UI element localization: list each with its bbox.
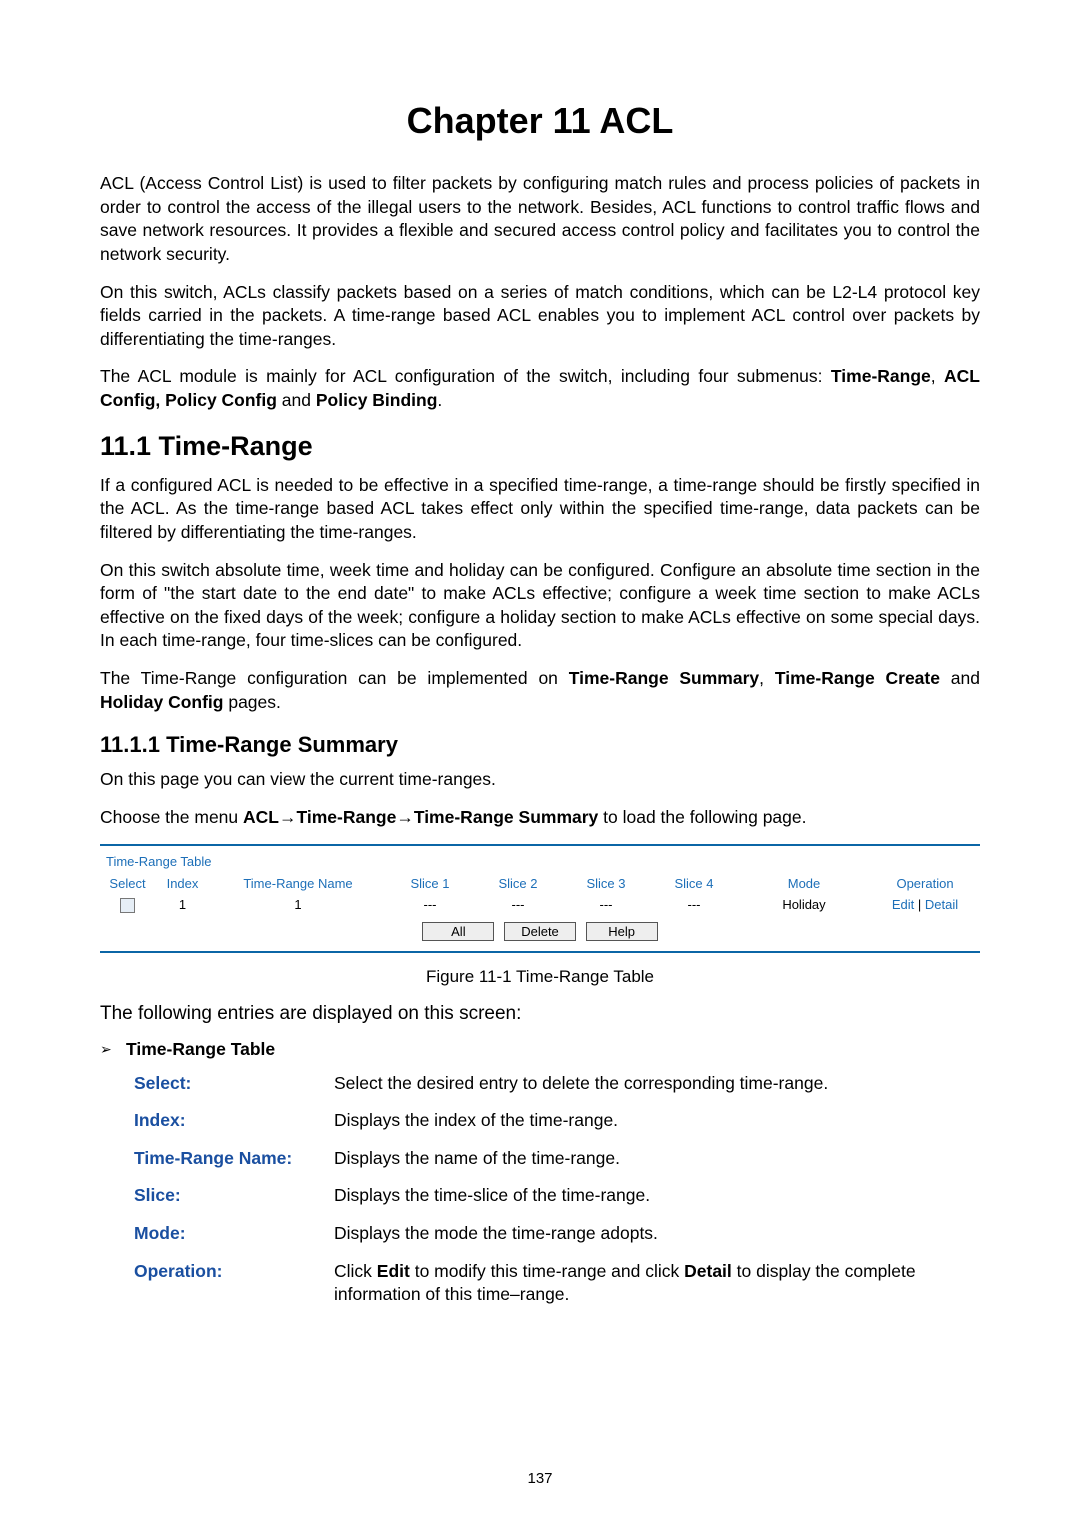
table-header-row: Select Index Time-Range Name Slice 1 Sli… [100,873,980,894]
bullet-marker-icon: ➢ [100,1039,126,1058]
tr-para-3-e: and [940,668,980,688]
def-mode: Mode: Displays the mode the time-range a… [134,1222,980,1246]
table-buttons: All Delete Help [100,922,980,941]
tr-para-3-b: Time-Range Summary [569,668,759,688]
subsection-11-1-1-heading: 11.1.1 Time-Range Summary [100,732,980,758]
row-detail-link[interactable]: Detail [925,897,958,912]
section-11-1-heading: 11.1 Time-Range [100,431,980,462]
time-range-table: Select Index Time-Range Name Slice 1 Sli… [100,873,980,916]
intro-para-3-f: Policy Binding [316,390,438,410]
tr-para-3-g: pages. [223,692,280,712]
def-mode-desc: Displays the mode the time-range adopts. [334,1222,980,1246]
intro-para-3: The ACL module is mainly for ACL configu… [100,365,980,412]
col-index: Index [155,873,210,894]
summary-para-2-c: to load the following page. [598,807,806,827]
row-slice2: --- [474,894,562,916]
figure-caption: Figure 11-1 Time-Range Table [100,967,980,987]
def-operation: Operation: Click Edit to modify this tim… [134,1260,980,1307]
def-op-c: to modify this time-range and click [410,1261,684,1281]
all-button[interactable]: All [422,922,494,941]
tr-para-1: If a configured ACL is needed to be effe… [100,474,980,545]
summary-para-2-b: ACL→Time-Range→Time-Range Summary [243,807,598,827]
intro-para-3-a: The ACL module is mainly for ACL configu… [100,366,831,386]
def-index: Index: Displays the index of the time-ra… [134,1109,980,1133]
intro-para-3-e: and [277,390,316,410]
tr-para-3-a: The Time-Range configuration can be impl… [100,668,569,688]
def-slice-desc: Displays the time-slice of the time-rang… [334,1184,980,1208]
help-button[interactable]: Help [586,922,658,941]
row-select-checkbox[interactable] [120,898,135,913]
col-name: Time-Range Name [210,873,386,894]
chapter-title: Chapter 11 ACL [100,100,980,142]
intro-para-2: On this switch, ACLs classify packets ba… [100,281,980,352]
def-operation-term: Operation: [134,1260,334,1307]
time-range-table-title: Time-Range Table [100,850,980,873]
def-slice: Slice: Displays the time-slice of the ti… [134,1184,980,1208]
col-operation: Operation [870,873,980,894]
row-mode: Holiday [738,894,870,916]
col-mode: Mode [738,873,870,894]
time-range-table-panel: Time-Range Table Select Index Time-Range… [100,844,980,953]
def-index-desc: Displays the index of the time-range. [334,1109,980,1133]
row-op-sep: | [914,897,925,912]
bullet-label: Time-Range Table [126,1039,275,1060]
page-number: 137 [0,1470,1080,1487]
summary-para-2-a: Choose the menu [100,807,243,827]
intro-para-1: ACL (Access Control List) is used to fil… [100,172,980,267]
row-slice4: --- [650,894,738,916]
def-op-a: Click [334,1261,377,1281]
def-mode-term: Mode: [134,1222,334,1246]
col-slice1: Slice 1 [386,873,474,894]
row-edit-link[interactable]: Edit [892,897,914,912]
entries-bullet: ➢ Time-Range Table [100,1039,980,1060]
tr-para-2: On this switch absolute time, week time … [100,559,980,654]
delete-button[interactable]: Delete [504,922,576,941]
def-index-term: Index: [134,1109,334,1133]
def-trname-desc: Displays the name of the time-range. [334,1147,980,1171]
col-slice3: Slice 3 [562,873,650,894]
tr-para-3-c: , [759,668,775,688]
intro-para-3-g: . [437,390,442,410]
entries-intro: The following entries are displayed on t… [100,1003,980,1025]
col-select: Select [100,873,155,894]
definitions-list: Select: Select the desired entry to dele… [134,1072,980,1307]
row-name: 1 [210,894,386,916]
col-slice2: Slice 2 [474,873,562,894]
summary-para-2: Choose the menu ACL→Time-Range→Time-Rang… [100,806,980,830]
def-select-desc: Select the desired entry to delete the c… [334,1072,980,1096]
intro-para-3-b: Time-Range [831,366,931,386]
summary-para-1: On this page you can view the current ti… [100,768,980,792]
table-row: 1 1 --- --- --- --- Holiday Edit | Detai… [100,894,980,916]
def-slice-term: Slice: [134,1184,334,1208]
def-operation-desc: Click Edit to modify this time-range and… [334,1260,980,1307]
row-slice1: --- [386,894,474,916]
def-select: Select: Select the desired entry to dele… [134,1072,980,1096]
tr-para-3-d: Time-Range Create [775,668,940,688]
def-op-b: Edit [377,1261,410,1281]
row-index: 1 [155,894,210,916]
def-op-d: Detail [684,1261,732,1281]
row-slice3: --- [562,894,650,916]
intro-para-3-c: , [931,366,944,386]
def-trname: Time-Range Name: Displays the name of th… [134,1147,980,1171]
tr-para-3: The Time-Range configuration can be impl… [100,667,980,714]
def-select-term: Select: [134,1072,334,1096]
col-slice4: Slice 4 [650,873,738,894]
def-trname-term: Time-Range Name: [134,1147,334,1171]
tr-para-3-f: Holiday Config [100,692,223,712]
